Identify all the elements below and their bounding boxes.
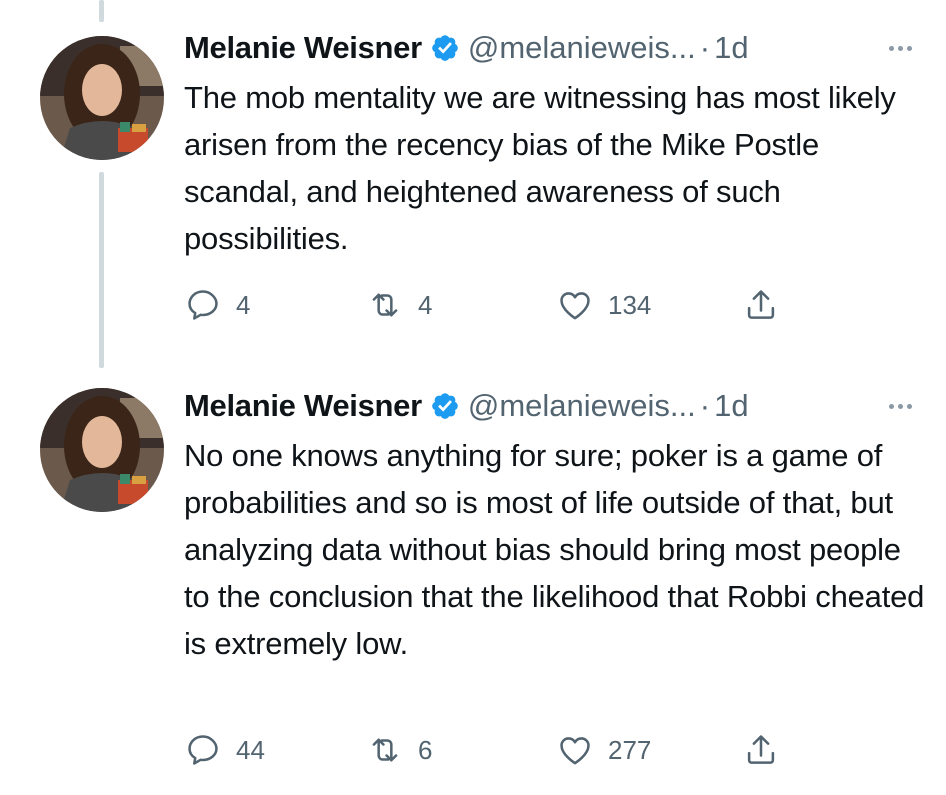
share-button[interactable]: [742, 283, 780, 327]
separator: ·: [699, 388, 711, 423]
retweet-icon: [372, 738, 398, 762]
tweet-text: No one knows anything for sure; poker is…: [184, 438, 925, 661]
retweet-count: 6: [418, 734, 433, 765]
retweet-button[interactable]: 4: [366, 283, 432, 327]
tweet[interactable]: Melanie Weisner @melanieweis... · 1d The…: [0, 0, 946, 370]
author-handle[interactable]: @melanieweis...: [468, 30, 696, 66]
avatar[interactable]: [40, 36, 164, 160]
retweet-icon: [372, 293, 398, 317]
author-handle[interactable]: @melanieweis...: [468, 388, 696, 424]
verified-badge-icon: [432, 35, 458, 61]
reply-icon: [188, 735, 218, 765]
reply-icon: [188, 290, 218, 320]
author-name[interactable]: Melanie Weisner: [184, 30, 422, 66]
tweet-actions: 4 4 134: [184, 283, 804, 327]
reply-button[interactable]: 4: [184, 283, 250, 327]
like-count: 277: [608, 734, 652, 765]
more-options-icon[interactable]: [889, 45, 912, 51]
reply-button[interactable]: 44: [184, 728, 265, 772]
timestamp[interactable]: 1d: [714, 388, 748, 424]
heart-icon: [560, 292, 590, 320]
share-icon: [747, 735, 775, 764]
share-button[interactable]: [742, 728, 780, 772]
like-button[interactable]: 277: [556, 728, 651, 772]
like-button[interactable]: 134: [556, 283, 651, 327]
reply-count: 44: [236, 734, 265, 765]
tweet-actions: 44 6 277: [184, 728, 804, 772]
like-count: 134: [608, 289, 652, 320]
heart-icon: [560, 737, 590, 765]
author-name[interactable]: Melanie Weisner: [184, 388, 422, 424]
tweet[interactable]: Melanie Weisner @melanieweis... · 1d No …: [0, 370, 946, 795]
reply-count: 4: [236, 289, 251, 320]
timestamp[interactable]: 1d: [714, 30, 748, 66]
separator: ·: [699, 30, 711, 65]
retweet-count: 4: [418, 289, 433, 320]
verified-badge-icon: [432, 393, 458, 419]
avatar-image: [40, 388, 164, 512]
share-icon: [747, 290, 775, 319]
avatar-image: [40, 36, 164, 160]
avatar[interactable]: [40, 388, 164, 512]
retweet-button[interactable]: 6: [366, 728, 432, 772]
more-options-icon[interactable]: [889, 403, 912, 409]
tweet-text: The mob mentality we are witnessing has …: [184, 80, 896, 256]
